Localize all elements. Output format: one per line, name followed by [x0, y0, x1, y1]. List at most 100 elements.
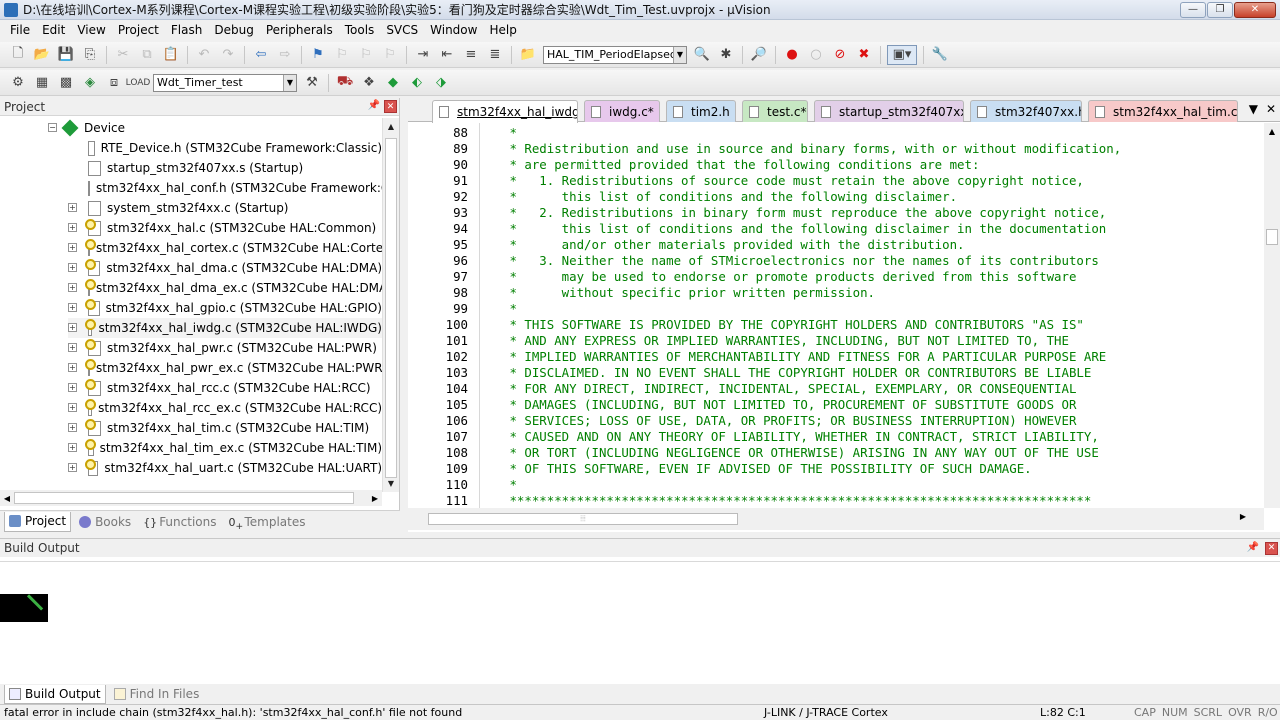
menu-window[interactable]: Window — [424, 20, 483, 40]
tree-file-item[interactable]: startup_stm32f407xx.s (Startup) — [68, 158, 382, 178]
indent-icon[interactable]: ⇥ — [413, 45, 433, 65]
paste-icon[interactable]: 📋 — [161, 45, 181, 65]
target-combo[interactable]: Wdt_Timer_test ▼ — [153, 73, 297, 92]
close-icon[interactable]: ✕ — [384, 100, 397, 113]
scroll-right-icon[interactable]: ▶ — [1240, 512, 1246, 521]
menu-tools[interactable]: Tools — [339, 20, 381, 40]
close-icon[interactable]: ✕ — [1266, 102, 1276, 116]
editor-horizontal-scrollbar[interactable]: ⦙⦙⦙ ▶ — [408, 508, 1264, 530]
code-editor[interactable]: 88 * 89 * Redistribution and use in sourc… — [408, 123, 1264, 508]
expand-icon[interactable]: + — [68, 403, 77, 412]
expand-icon[interactable]: + — [68, 463, 77, 472]
expand-icon[interactable]: + — [68, 243, 77, 252]
build-icon[interactable]: ▦ — [32, 73, 52, 93]
tab-books[interactable]: Books — [75, 512, 135, 532]
editor-vertical-scrollbar[interactable]: ▲ — [1264, 123, 1280, 508]
tab-build-output[interactable]: Build Output — [4, 684, 106, 704]
expand-icon[interactable]: + — [68, 343, 77, 352]
chevron-down-icon[interactable]: ▼ — [673, 46, 686, 63]
minimize-button[interactable]: — — [1180, 1, 1206, 18]
open-file-icon[interactable]: 📂 — [32, 45, 52, 65]
collapse-icon[interactable]: − — [48, 123, 57, 132]
scroll-thumb[interactable] — [1266, 229, 1278, 245]
window-layout-icon[interactable]: ▣▾ — [887, 44, 917, 65]
tree-file-item[interactable]: + stm32f4xx_hal_uart.c (STM32Cube HAL:UAR… — [68, 458, 382, 478]
tree-file-item[interactable]: + stm32f4xx_hal_gpio.c (STM32Cube HAL:GPI… — [68, 298, 382, 318]
scroll-thumb[interactable] — [385, 138, 397, 478]
scroll-thumb[interactable] — [14, 492, 354, 504]
scroll-up-icon[interactable]: ▲ — [1264, 123, 1280, 139]
menu-flash[interactable]: Flash — [165, 20, 208, 40]
next-bookmark-icon[interactable]: ⚐ — [356, 45, 376, 65]
translate-icon[interactable]: ⚙ — [8, 73, 28, 93]
tree-file-item[interactable]: + stm32f4xx_hal_rcc_ex.c (STM32Cube HAL:R… — [68, 398, 382, 418]
scroll-thumb[interactable]: ⦙⦙⦙ — [428, 513, 738, 525]
tab-templates[interactable]: 0+ Templates — [224, 512, 309, 532]
manage-project-items-icon[interactable]: ⛟ — [335, 73, 355, 93]
editor-tab[interactable]: iwdg.c* — [584, 100, 660, 122]
project-vertical-scrollbar[interactable]: ▲ ▼ — [382, 118, 399, 492]
project-horizontal-scrollbar[interactable]: ◀ ▶ — [0, 490, 382, 506]
menu-view[interactable]: View — [71, 20, 111, 40]
pin-icon[interactable]: 📌 — [368, 100, 380, 113]
tree-file-item[interactable]: + stm32f4xx_hal.c (STM32Cube HAL:Common) — [68, 218, 382, 238]
kill-breakpoints-icon[interactable]: ✖ — [854, 45, 874, 65]
function-combo[interactable]: HAL_TIM_PeriodElapsedC ▼ — [543, 45, 687, 64]
navigate-forward-icon[interactable]: ⇨ — [275, 45, 295, 65]
expand-icon[interactable]: + — [68, 283, 77, 292]
close-icon[interactable]: ✕ — [1265, 541, 1278, 555]
tree-file-item[interactable]: RTE_Device.h (STM32Cube Framework:Classi… — [68, 138, 382, 158]
select-packs-icon[interactable]: ❖ — [359, 73, 379, 93]
software-packs-icon[interactable]: ⬗ — [431, 73, 451, 93]
menu-project[interactable]: Project — [112, 20, 165, 40]
restore-button[interactable]: ❐ — [1207, 1, 1233, 18]
tree-file-item[interactable]: + stm32f4xx_hal_tim_ex.c (STM32Cube HAL:T… — [68, 438, 382, 458]
tab-find-in-files[interactable]: Find In Files — [110, 685, 204, 704]
debug-session-icon[interactable]: 🔎 — [749, 45, 769, 65]
tree-group-device[interactable]: − Device — [48, 118, 368, 138]
undo-icon[interactable]: ↶ — [194, 45, 214, 65]
build-output-text[interactable] — [0, 561, 1280, 671]
rebuild-icon[interactable]: ▩ — [56, 73, 76, 93]
scroll-down-icon[interactable]: ▼ — [383, 475, 399, 492]
expand-icon[interactable]: + — [68, 363, 77, 372]
tree-file-item[interactable]: + system_stm32f4xx.c (Startup) — [68, 198, 382, 218]
bookmark-icon[interactable]: ⚑ — [308, 45, 328, 65]
tree-file-item[interactable]: + stm32f4xx_hal_pwr_ex.c (STM32Cube HAL:P… — [68, 358, 382, 378]
tree-file-item[interactable]: + stm32f4xx_hal_pwr.c (STM32Cube HAL:PWR) — [68, 338, 382, 358]
navigate-back-icon[interactable]: ⇦ — [251, 45, 271, 65]
clear-bookmarks-icon[interactable]: ⚐ — [380, 45, 400, 65]
expand-icon[interactable]: + — [68, 383, 77, 392]
editor-tab[interactable]: stm32f4xx_hal_iwdg.c — [432, 100, 578, 123]
editor-tab[interactable]: tim2.h — [666, 100, 736, 122]
prev-bookmark-icon[interactable]: ⚐ — [332, 45, 352, 65]
stop-build-icon[interactable]: ⧈ — [104, 73, 124, 93]
editor-tab[interactable]: startup_stm32f407xx.s — [814, 100, 964, 122]
incremental-find-icon[interactable]: ✱ — [716, 45, 736, 65]
breakpoint-icon[interactable]: ● — [782, 45, 802, 65]
target-options-icon[interactable]: ⚒ — [302, 73, 322, 93]
expand-icon[interactable]: + — [68, 263, 77, 272]
tree-file-item[interactable]: + stm32f4xx_hal_rcc.c (STM32Cube HAL:RCC) — [68, 378, 382, 398]
expand-icon[interactable]: + — [68, 203, 77, 212]
cut-icon[interactable]: ✂ — [113, 45, 133, 65]
download-icon[interactable]: LOAD — [126, 73, 151, 93]
tree-file-item[interactable]: + stm32f4xx_hal_tim.c (STM32Cube HAL:TIM) — [68, 418, 382, 438]
expand-icon[interactable]: + — [68, 303, 77, 312]
tab-project[interactable]: Project — [4, 511, 72, 532]
close-window-button[interactable]: ✕ — [1234, 1, 1276, 18]
menu-help[interactable]: Help — [483, 20, 522, 40]
scroll-left-icon[interactable]: ◀ — [0, 490, 14, 506]
menu-svcs[interactable]: SVCS — [380, 20, 424, 40]
menu-file[interactable]: File — [4, 20, 36, 40]
redo-icon[interactable]: ↷ — [218, 45, 238, 65]
tree-file-item[interactable]: + stm32f4xx_hal_dma.c (STM32Cube HAL:DMA) — [68, 258, 382, 278]
tab-list-chevron-icon[interactable]: ▼ — [1249, 102, 1258, 116]
comment-icon[interactable]: ≡ — [461, 45, 481, 65]
disable-breakpoint-icon[interactable]: ○ — [806, 45, 826, 65]
scroll-right-icon[interactable]: ▶ — [368, 490, 382, 506]
expand-icon[interactable]: + — [68, 423, 77, 432]
save-icon[interactable]: 💾 — [56, 45, 76, 65]
editor-tab[interactable]: stm32f4xx_hal_tim.c — [1088, 100, 1238, 122]
chevron-down-icon[interactable]: ▼ — [283, 74, 296, 91]
